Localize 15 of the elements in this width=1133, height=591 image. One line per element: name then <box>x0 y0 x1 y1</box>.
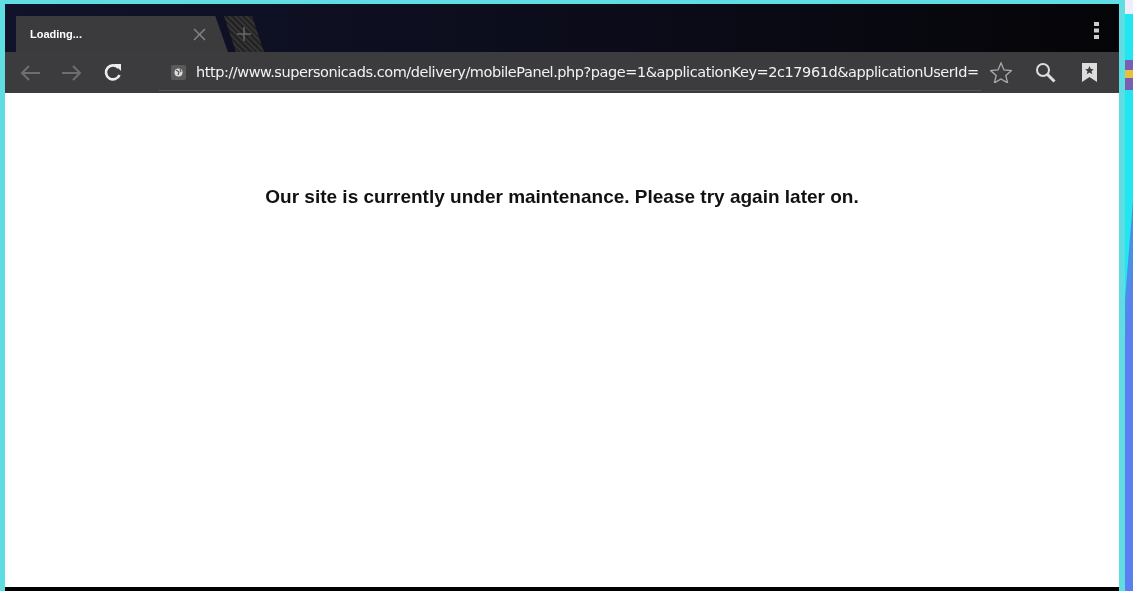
forward-arrow-icon <box>61 63 83 82</box>
back-arrow-icon <box>19 63 41 82</box>
search-icon <box>1034 62 1056 83</box>
plus-icon <box>237 27 251 41</box>
reload-icon <box>103 63 122 82</box>
url-text: http://www.supersonicads.com/delivery/mobilePanel.php?page=1&applicationKey=2c17961d&applicationUserId= <box>196 64 979 80</box>
new-tab-button[interactable] <box>224 16 264 52</box>
browser-tab[interactable]: Loading... <box>16 16 228 52</box>
bookmark-icon <box>1081 63 1097 82</box>
close-icon <box>193 27 206 41</box>
close-tab-button[interactable] <box>193 27 206 41</box>
menu-icon[interactable] <box>1094 22 1099 39</box>
globe-icon <box>171 64 186 80</box>
star-icon <box>990 62 1012 83</box>
maintenance-message: Our site is currently under maintenance. Please try again later on. <box>265 186 859 209</box>
